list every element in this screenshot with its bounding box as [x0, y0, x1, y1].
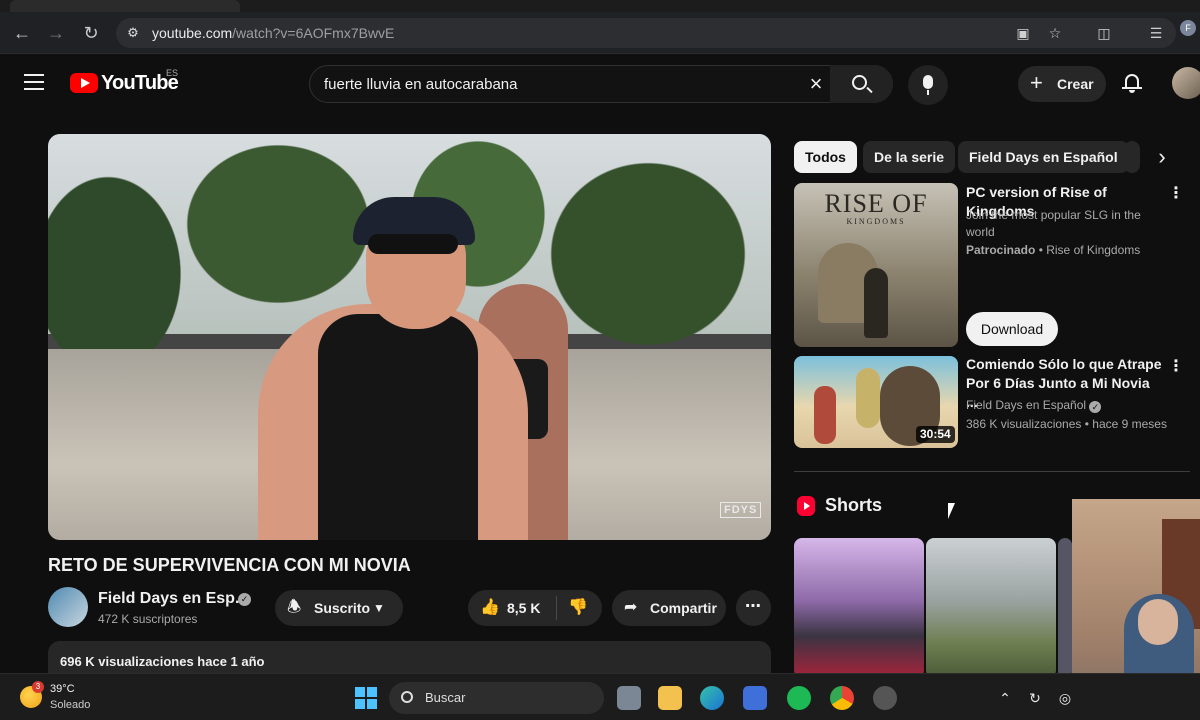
section-divider: [794, 471, 1190, 472]
ad-more-icon[interactable]: ⋮: [1168, 185, 1184, 203]
chevron-right-icon[interactable]: ›: [1150, 145, 1174, 169]
account-avatar[interactable]: [1172, 67, 1200, 99]
recommended-video-channel[interactable]: Field Days en Español ✓: [966, 397, 1102, 414]
youtube-logo[interactable]: YouTube ES: [70, 68, 179, 94]
short-card[interactable]: [1058, 538, 1072, 678]
chip-de-la-serie[interactable]: De la serie: [863, 141, 956, 173]
network-icon[interactable]: ◎: [1055, 688, 1075, 708]
shorts-heading: Shorts: [825, 495, 883, 515]
video-duration: 30:54: [916, 426, 955, 443]
like-count[interactable]: 8,5 K: [507, 600, 540, 616]
chrome-icon[interactable]: [830, 686, 854, 710]
more-actions-button[interactable]: ⋯: [736, 590, 771, 626]
notifications-bell-icon[interactable]: [1122, 72, 1142, 94]
search-input[interactable]: fuerte lluvia en autocarabana ×: [309, 65, 893, 103]
ad-thumbnail-subtitle: KINGDOMS: [846, 217, 906, 226]
verified-check-icon: ✓: [1089, 401, 1102, 413]
short-card[interactable]: [926, 538, 1056, 678]
like-icon[interactable]: 👍: [480, 598, 500, 618]
taskbar-search[interactable]: Buscar: [389, 682, 604, 714]
video-more-icon[interactable]: ⋮: [1168, 358, 1184, 376]
browser-profile-avatar[interactable]: F: [1180, 20, 1196, 36]
bell-icon: 🕭: [287, 599, 302, 616]
verified-check-icon: ✓: [238, 593, 251, 606]
task-view-icon[interactable]: [617, 686, 641, 710]
video-player[interactable]: FDYS: [48, 134, 771, 540]
share-icon: ➦: [624, 599, 638, 616]
bookmark-star-icon[interactable]: ☆: [1046, 24, 1064, 42]
chevron-down-icon: ▼: [373, 601, 385, 615]
youtube-header: YouTube ES fuerte lluvia en autocarabana…: [0, 54, 1200, 112]
chevron-up-icon[interactable]: ⌃: [995, 688, 1015, 708]
search-icon: [852, 75, 867, 90]
mouse-cursor-icon: [948, 503, 955, 519]
windows-start-icon[interactable]: [355, 687, 377, 709]
chip-overflow[interactable]: [1124, 141, 1140, 173]
weather-badge: 3: [32, 681, 44, 693]
share-button[interactable]: ➦ Compartir: [612, 590, 726, 626]
short-card[interactable]: [794, 538, 924, 678]
channel-name[interactable]: Field Days en Esp...: [98, 590, 248, 608]
windows-taskbar: 3 39°C Soleado Buscar ⌃ ↻ ◎: [0, 673, 1200, 720]
url-text: youtube.com/watch?v=6AOFmx7BwvE: [152, 25, 395, 41]
search-query: fuerte lluvia en autocarabana: [324, 76, 518, 93]
shorts-icon: [797, 496, 815, 516]
view-stats: 696 K visualizaciones hace 1 año: [60, 654, 265, 669]
search-button[interactable]: [830, 65, 893, 103]
channel-watermark: FDYS: [720, 502, 762, 518]
address-bar[interactable]: ⚙ youtube.com/watch?v=6AOFmx7BwvE ▣ ☆: [116, 18, 1176, 48]
sync-icon[interactable]: ↻: [1025, 688, 1045, 708]
temperature[interactable]: 39°C: [50, 683, 75, 695]
microphone-icon: [923, 75, 933, 89]
browser-toolbar: ← → ↻ ⚙ youtube.com/watch?v=6AOFmx7BwvE …: [0, 12, 1200, 54]
site-settings-icon[interactable]: ⚙: [124, 24, 142, 42]
create-button[interactable]: + Crear: [1018, 66, 1106, 102]
ad-thumbnail-title: RISE OF: [824, 189, 928, 218]
browser-tab[interactable]: [10, 0, 240, 12]
weather-condition[interactable]: Soleado: [50, 699, 90, 711]
youtube-play-icon: [70, 73, 98, 93]
chip-todos[interactable]: Todos: [794, 141, 857, 173]
install-app-icon[interactable]: ▣: [1014, 24, 1032, 42]
back-icon[interactable]: ←: [10, 21, 34, 45]
subscriber-count: 472 K suscriptores: [98, 612, 198, 626]
like-dislike-group: 👍 8,5 K 👎: [468, 590, 602, 626]
recommended-video-meta: 386 K visualizaciones • hace 9 meses: [966, 417, 1167, 431]
extensions-icon[interactable]: ◫: [1095, 24, 1113, 42]
forward-icon[interactable]: →: [44, 21, 68, 45]
ad-description: Join the most popular SLG in the world: [966, 208, 1141, 239]
search-icon: [401, 691, 413, 703]
region-code: ES: [166, 68, 179, 78]
plus-icon: +: [1030, 70, 1043, 95]
chip-field-days[interactable]: Field Days en Español: [958, 141, 1129, 173]
more-horizontal-icon: ⋯: [745, 598, 761, 615]
store-icon[interactable]: [743, 686, 767, 710]
channel-avatar[interactable]: [48, 587, 88, 627]
voice-search-button[interactable]: [908, 65, 948, 105]
reading-list-icon[interactable]: ☰: [1147, 24, 1165, 42]
browser-tabstrip: [0, 0, 1200, 12]
ad-thumbnail[interactable]: RISE OF KINGDOMS: [794, 183, 958, 347]
subscribed-button[interactable]: 🕭 Suscrito ▼: [275, 590, 403, 626]
ad-sponsor: Patrocinado • Rise of Kingdoms: [966, 243, 1141, 257]
dislike-icon[interactable]: 👎: [568, 598, 588, 618]
clear-search-icon[interactable]: ×: [804, 72, 828, 96]
spotify-icon[interactable]: [787, 686, 811, 710]
recording-app-icon[interactable]: [873, 686, 897, 710]
file-explorer-icon[interactable]: [658, 686, 682, 710]
ad-download-button[interactable]: Download: [966, 312, 1058, 346]
video-title: RETO DE SUPERVIVENCIA CON MI NOVIA: [48, 555, 411, 575]
edge-icon[interactable]: [700, 686, 724, 710]
reload-icon[interactable]: ↻: [79, 21, 103, 45]
menu-icon[interactable]: [24, 74, 44, 90]
